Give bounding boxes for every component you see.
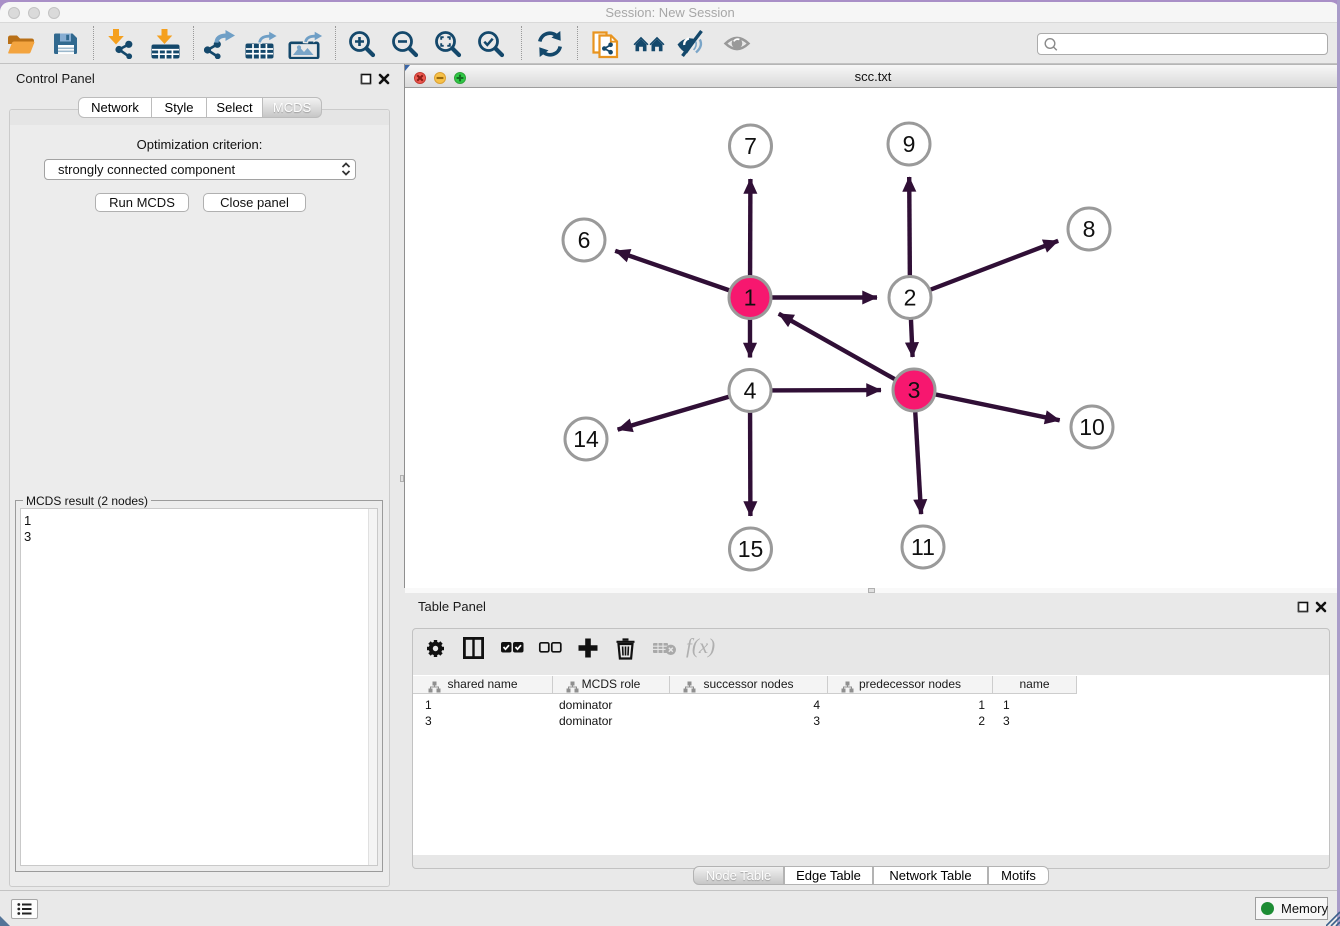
svg-text:6: 6: [578, 227, 591, 253]
svg-text:3: 3: [908, 377, 921, 403]
svg-text:8: 8: [1083, 216, 1096, 242]
svg-text:15: 15: [738, 536, 764, 562]
svg-text:9: 9: [903, 131, 916, 157]
svg-text:14: 14: [573, 426, 599, 452]
svg-text:2: 2: [904, 285, 917, 311]
svg-text:11: 11: [911, 534, 935, 560]
svg-text:10: 10: [1079, 414, 1105, 440]
svg-text:7: 7: [744, 133, 757, 159]
svg-text:4: 4: [744, 378, 757, 404]
svg-text:1: 1: [744, 285, 757, 311]
